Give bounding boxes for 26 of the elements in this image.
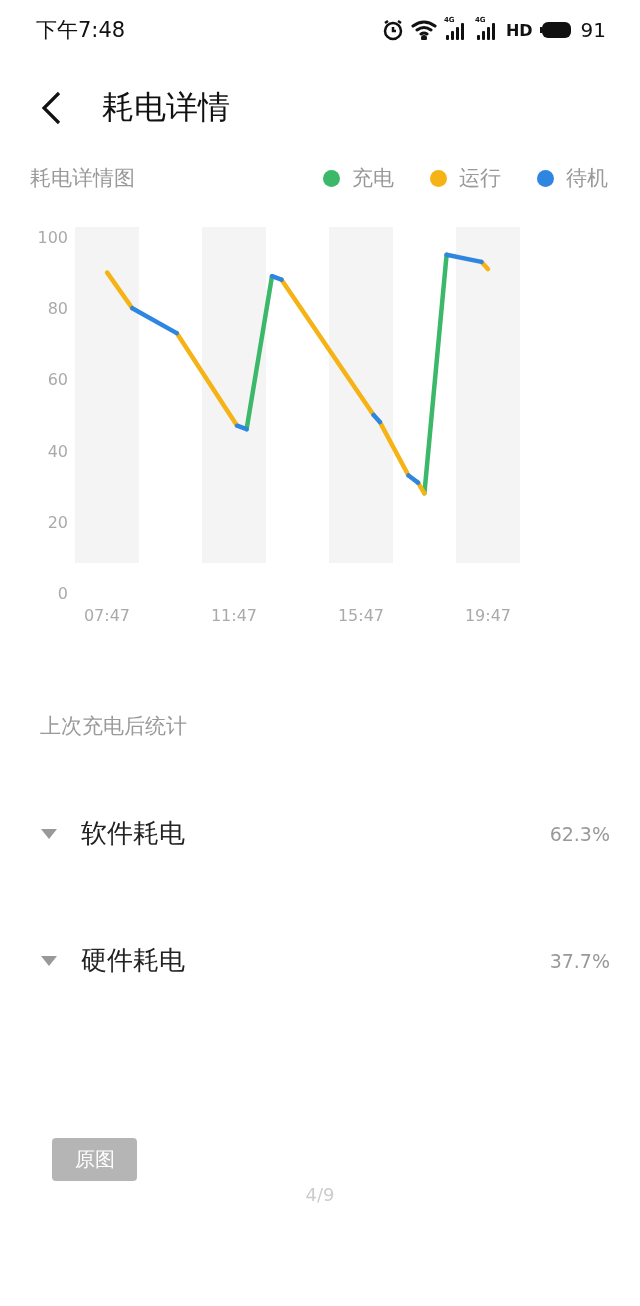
x-tick-label: 19:47 [464,606,512,625]
y-tick-label: 100 [37,228,68,247]
battery-icon [539,21,574,39]
y-tick-label: 0 [57,584,68,603]
status-time: 下午7:48 [36,17,126,44]
y-tick-label: 60 [47,370,68,390]
x-tick-label: 07:47 [83,606,131,625]
usage-row[interactable]: 软件耗电 62.3% [0,770,640,897]
legend-label: 充电 [352,165,394,192]
y-tick-label: 80 [47,299,68,319]
alarm-clock-icon [381,19,404,41]
x-tick-label: 11:47 [210,606,258,625]
page-title: 耗电详情 [102,87,230,128]
caret-icon [41,955,57,966]
y-tick-label: 40 [47,441,68,461]
wifi-icon [410,20,437,40]
hd-indicator: HD [505,20,533,40]
chart-title: 耗电详情图 [30,165,136,192]
battery-level: 91 [580,18,606,42]
caret-icon [41,828,57,839]
x-tick-label: 15:47 [337,606,385,625]
legend-label: 运行 [459,165,501,192]
legend-label: 待机 [566,165,608,192]
usage-row[interactable]: 硬件耗电 37.7% [0,897,640,1024]
section-title: 上次充电后统计 [39,713,188,740]
y-tick-label: 20 [47,512,68,532]
